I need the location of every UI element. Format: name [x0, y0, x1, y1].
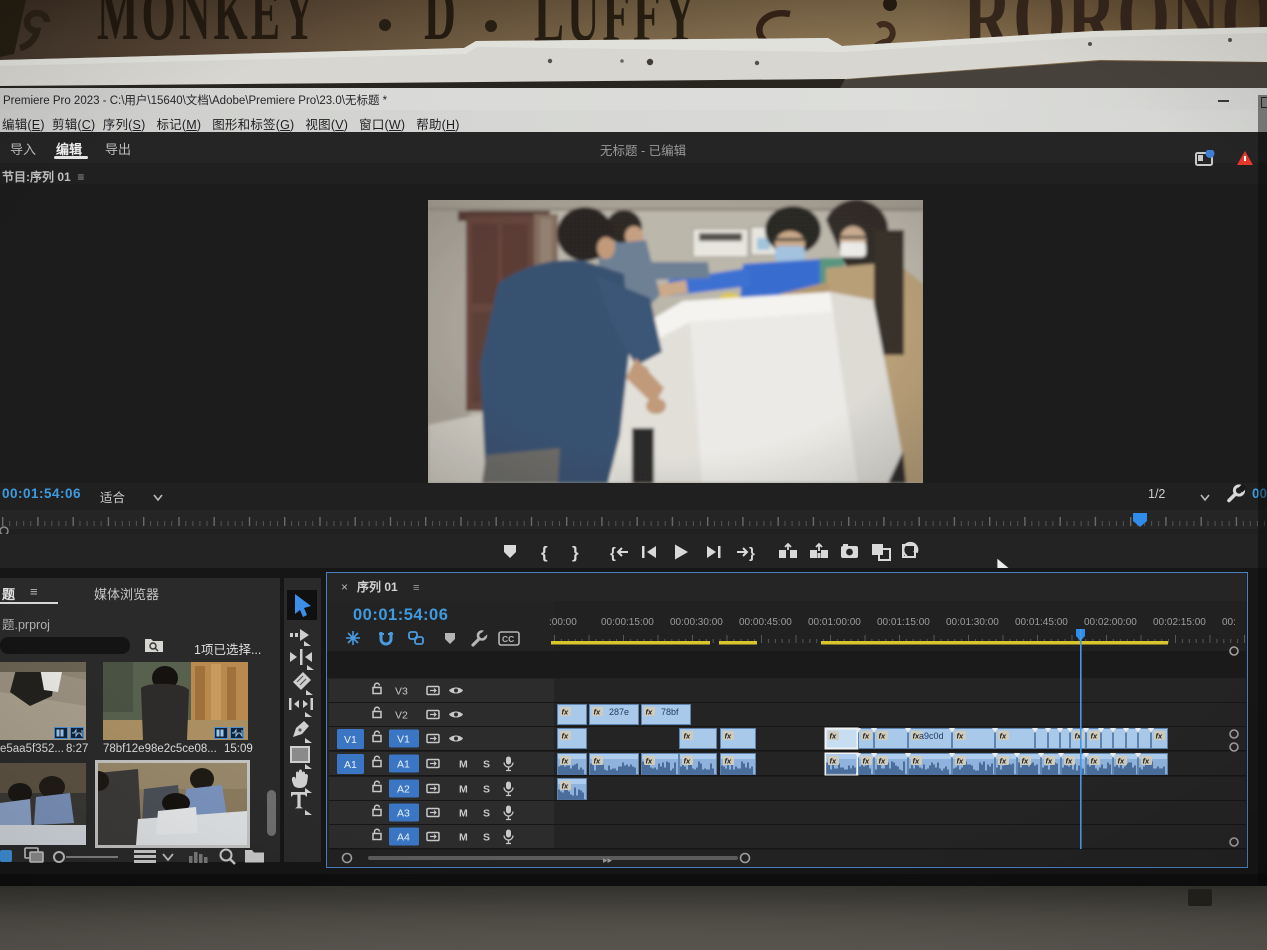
svg-text:fx: fx [684, 732, 691, 741]
svg-text:fx: fx [646, 757, 653, 766]
svg-text:fx: fx [1000, 732, 1007, 741]
svg-text:M: M [459, 808, 468, 820]
svg-text:序列 01: 序列 01 [357, 579, 398, 594]
svg-text:00:00:45:00: 00:00:45:00 [739, 617, 792, 628]
svg-text:fx: fx [1156, 732, 1163, 741]
svg-text:fx: fx [646, 708, 653, 717]
svg-text:A4: A4 [397, 832, 410, 844]
svg-text:fx: fx [879, 757, 886, 766]
svg-text:00:01:00:00: 00:01:00:00 [808, 617, 861, 628]
svg-text:fx: fx [562, 757, 569, 766]
svg-text:fx: fx [725, 732, 732, 741]
svg-text::00:00: :00:00 [549, 617, 577, 628]
svg-text:M: M [459, 784, 468, 796]
svg-text:a9c0d: a9c0d [919, 731, 944, 741]
svg-text:fx: fx [1091, 757, 1098, 766]
svg-text:00:01:15:00: 00:01:15:00 [877, 617, 930, 628]
svg-text:287e: 287e [609, 707, 629, 717]
svg-text:V2: V2 [395, 710, 408, 722]
svg-text:fx: fx [1143, 757, 1150, 766]
svg-text:fx: fx [913, 757, 920, 766]
svg-text:{: { [610, 545, 616, 562]
svg-text:00:02:15:00: 00:02:15:00 [1153, 617, 1206, 628]
svg-text:fx: fx [863, 757, 870, 766]
svg-text:fx: fx [684, 757, 691, 766]
svg-text:00:: 00: [1222, 617, 1236, 628]
svg-text:M: M [459, 759, 468, 771]
svg-text:fx: fx [957, 757, 964, 766]
svg-text:S: S [483, 832, 490, 844]
svg-text:A2: A2 [397, 784, 410, 796]
svg-text:×: × [341, 580, 348, 594]
svg-text:fx: fx [562, 708, 569, 717]
svg-text:fx: fx [863, 732, 870, 741]
svg-text:fx: fx [830, 757, 837, 766]
svg-text:00:01:54:06: 00:01:54:06 [353, 606, 448, 624]
svg-text:fx: fx [594, 757, 601, 766]
svg-text:V3: V3 [395, 686, 408, 698]
svg-text:fx: fx [1000, 757, 1007, 766]
svg-text:00:00:15:00: 00:00:15:00 [601, 617, 654, 628]
svg-text:S: S [483, 784, 490, 796]
svg-text:CC: CC [502, 634, 514, 644]
svg-text:A1: A1 [397, 759, 410, 771]
svg-text:00:00:30:00: 00:00:30:00 [670, 617, 723, 628]
svg-text:A3: A3 [397, 808, 410, 820]
svg-text:fx: fx [725, 757, 732, 766]
svg-text:fx: fx [1118, 757, 1125, 766]
svg-text:}: } [572, 543, 579, 562]
svg-text:78bf: 78bf [661, 707, 679, 717]
svg-text:fx: fx [562, 732, 569, 741]
svg-text:}: } [749, 545, 755, 562]
svg-text:fx: fx [830, 732, 837, 741]
svg-text:00:01:45:00: 00:01:45:00 [1015, 617, 1068, 628]
svg-text:S: S [483, 808, 490, 820]
svg-text:fx: fx [957, 732, 964, 741]
svg-text:fx: fx [594, 708, 601, 717]
svg-text:fx: fx [562, 782, 569, 791]
svg-text:00:02:00:00: 00:02:00:00 [1084, 617, 1137, 628]
svg-text:fx: fx [879, 732, 886, 741]
svg-text:▸▸: ▸▸ [603, 855, 613, 865]
svg-text:V1: V1 [344, 734, 357, 746]
svg-text:A1: A1 [344, 759, 357, 771]
svg-text:≡: ≡ [413, 582, 419, 594]
svg-text:fx: fx [1046, 757, 1053, 766]
svg-text:fx: fx [1091, 732, 1098, 741]
svg-text:S: S [483, 759, 490, 771]
svg-text:fx: fx [1066, 757, 1073, 766]
svg-text:00:01:30:00: 00:01:30:00 [946, 617, 999, 628]
svg-text:M: M [459, 832, 468, 844]
svg-text:{: { [541, 543, 548, 562]
svg-text:V1: V1 [397, 734, 410, 746]
svg-text:fx: fx [1022, 757, 1029, 766]
